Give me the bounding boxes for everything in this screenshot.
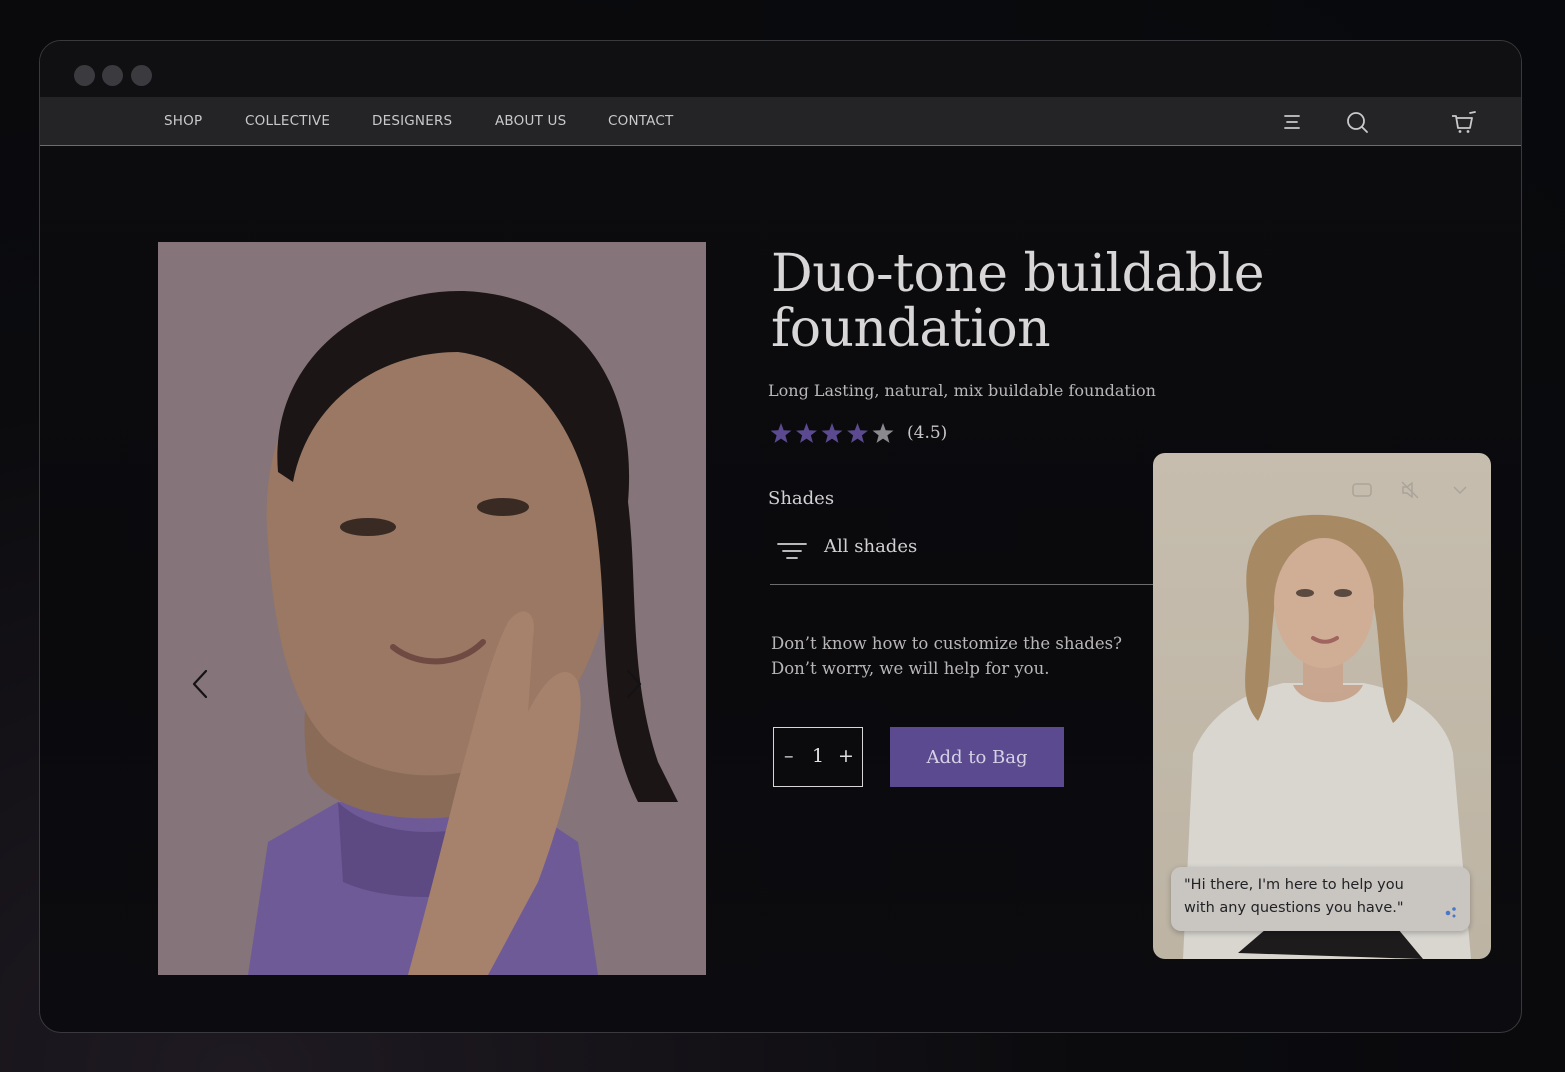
sparkle-icon bbox=[1445, 907, 1456, 918]
window-titlebar bbox=[40, 41, 1521, 97]
collapse-icon[interactable] bbox=[1449, 479, 1471, 501]
rating-stars bbox=[770, 423, 894, 443]
virtual-assistant-panel[interactable]: "Hi there, I'm here to help you with any… bbox=[1153, 453, 1491, 959]
rating-value: (4.5) bbox=[907, 423, 948, 443]
product-subtitle: Long Lasting, natural, mix buildable fou… bbox=[768, 381, 1156, 400]
assistant-message-bubble: "Hi there, I'm here to help you with any… bbox=[1171, 867, 1470, 931]
nav-designers[interactable]: DESIGNERS bbox=[372, 113, 452, 129]
nav-shop[interactable]: SHOP bbox=[164, 113, 202, 129]
help-text-line-2: Don’t worry, we will help for you. bbox=[771, 659, 1050, 678]
shades-value: All shades bbox=[824, 536, 918, 557]
chevron-left-icon[interactable] bbox=[188, 667, 214, 701]
quantity-stepper: – 1 + bbox=[773, 727, 863, 787]
window-close-dot[interactable] bbox=[74, 65, 95, 86]
star-icon bbox=[821, 423, 843, 443]
nav-collective[interactable]: COLLECTIVE bbox=[245, 113, 330, 129]
model-illustration bbox=[158, 242, 706, 975]
assistant-message: "Hi there, I'm here to help you with any… bbox=[1184, 877, 1404, 916]
star-icon bbox=[847, 423, 868, 443]
top-navigation: SHOP COLLECTIVE DESIGNERS ABOUT US CONTA… bbox=[40, 97, 1521, 146]
help-text: Don’t know how to customize the shades? … bbox=[771, 631, 1122, 681]
window-minimize-dot[interactable] bbox=[102, 65, 123, 86]
menu-icon[interactable] bbox=[1279, 109, 1305, 135]
nav-about-us[interactable]: ABOUT US bbox=[495, 113, 566, 129]
star-icon bbox=[796, 423, 817, 443]
search-icon[interactable] bbox=[1344, 109, 1370, 135]
browser-window: SHOP COLLECTIVE DESIGNERS ABOUT US CONTA… bbox=[39, 40, 1522, 1033]
shades-dropdown[interactable]: All shades bbox=[770, 524, 1153, 585]
add-to-bag-button[interactable]: Add to Bag bbox=[890, 727, 1064, 787]
star-icon bbox=[770, 423, 792, 443]
quantity-increment-button[interactable]: + bbox=[838, 745, 854, 767]
star-icon bbox=[872, 423, 894, 443]
quantity-decrement-button[interactable]: – bbox=[784, 745, 794, 767]
product-image bbox=[158, 242, 706, 975]
help-text-line-1: Don’t know how to customize the shades? bbox=[771, 634, 1122, 653]
captions-icon[interactable] bbox=[1351, 479, 1373, 501]
nav-contact[interactable]: CONTACT bbox=[608, 113, 673, 129]
window-maximize-dot[interactable] bbox=[131, 65, 152, 86]
product-title: Duo-tone buildable foundation bbox=[771, 244, 1265, 359]
filter-icon bbox=[777, 543, 807, 559]
shades-label: Shades bbox=[768, 488, 835, 509]
quantity-value[interactable]: 1 bbox=[812, 745, 824, 767]
chevron-right-icon[interactable] bbox=[620, 667, 646, 701]
cart-icon[interactable] bbox=[1450, 109, 1476, 135]
mute-icon[interactable] bbox=[1399, 479, 1421, 501]
